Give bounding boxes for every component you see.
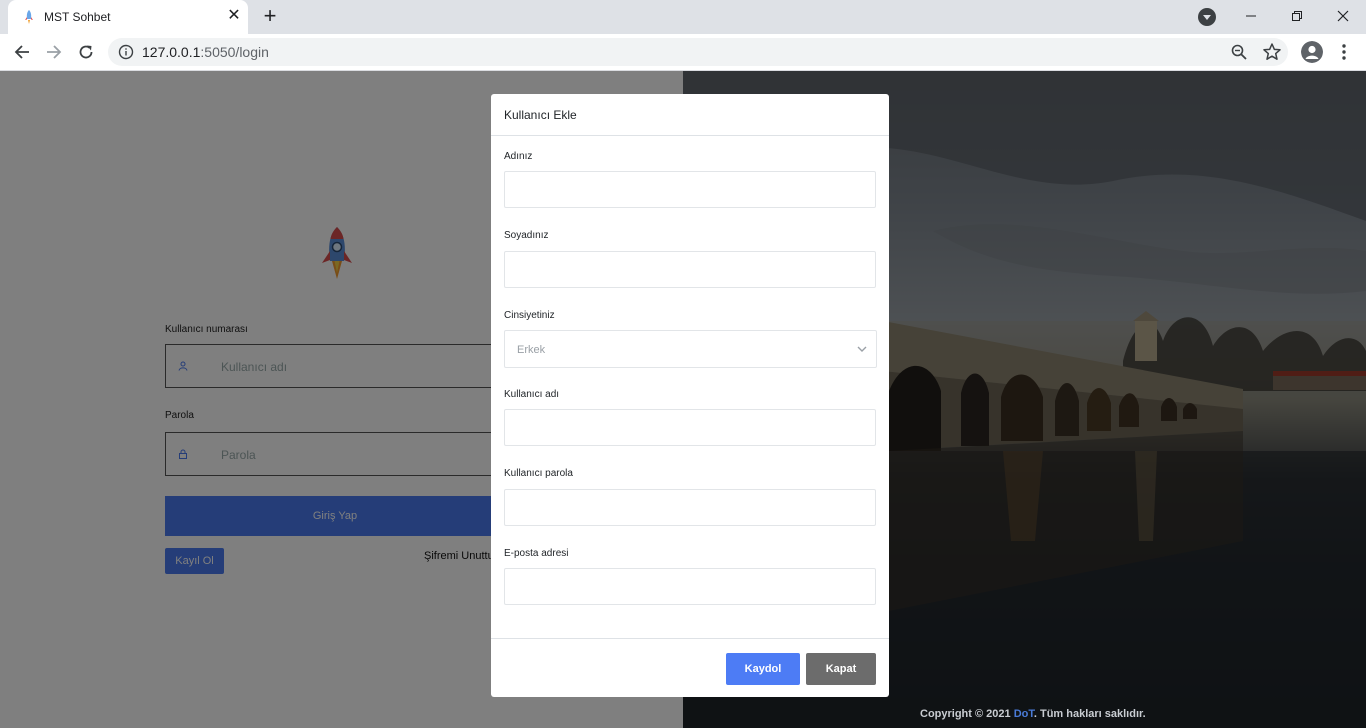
tab-search-icon[interactable] xyxy=(1198,8,1216,26)
window-close-icon[interactable] xyxy=(1320,0,1366,32)
add-user-modal: Kullanıcı Ekle Adınız Soyadınız Cinsiyet… xyxy=(491,94,889,697)
tab-close-icon[interactable]: ✕ xyxy=(224,6,244,26)
page-content: Kullanıcı numarası Kullanıcı adı Parola … xyxy=(0,71,1366,728)
browser-tab[interactable]: MST Sohbet ✕ xyxy=(8,0,248,34)
copyright-footer: Copyright © 2021 DoT. Tüm hakları saklıd… xyxy=(920,708,1146,720)
chevron-down-icon xyxy=(857,346,867,352)
bookmark-star-icon[interactable] xyxy=(1262,42,1282,62)
browser-tab-strip: MST Sohbet ✕ + xyxy=(0,0,1366,34)
close-button[interactable]: Kapat xyxy=(806,653,876,685)
forward-arrow-icon[interactable] xyxy=(42,40,66,64)
last-name-input[interactable] xyxy=(504,251,876,288)
email-input[interactable] xyxy=(504,568,876,605)
user-password-input[interactable] xyxy=(504,489,876,526)
tab-title: MST Sohbet xyxy=(44,10,111,24)
kebab-menu-icon[interactable] xyxy=(1336,42,1352,62)
first-name-label: Adınız xyxy=(504,151,533,162)
username-label: Kullanıcı adı xyxy=(504,389,560,400)
browser-toolbar: 127.0.0.1:5050/login xyxy=(0,34,1366,71)
gender-label: Cinsiyetiniz xyxy=(504,310,555,321)
gender-selected-value: Erkek xyxy=(517,344,546,356)
profile-avatar-icon[interactable] xyxy=(1301,41,1323,63)
back-arrow-icon[interactable] xyxy=(10,40,34,64)
minimize-icon[interactable] xyxy=(1228,0,1274,32)
username-input[interactable] xyxy=(504,409,876,446)
restore-icon[interactable] xyxy=(1274,0,1320,32)
gender-select[interactable]: Erkek xyxy=(504,330,877,368)
register-submit-button[interactable]: Kaydol xyxy=(726,653,800,685)
modal-title: Kullanıcı Ekle xyxy=(504,108,577,122)
email-label: E-posta adresi xyxy=(504,548,569,559)
new-tab-plus-icon[interactable]: + xyxy=(258,5,282,29)
user-password-label: Kullanıcı parola xyxy=(504,468,573,479)
rocket-favicon-icon xyxy=(25,10,33,24)
address-bar[interactable]: 127.0.0.1:5050/login xyxy=(108,38,1288,66)
last-name-label: Soyadınız xyxy=(504,230,549,241)
zoom-out-icon[interactable] xyxy=(1230,43,1248,61)
modal-header: Kullanıcı Ekle xyxy=(491,94,889,136)
reload-icon[interactable] xyxy=(74,40,98,64)
first-name-input[interactable] xyxy=(504,171,876,208)
brand-link[interactable]: DoT xyxy=(1014,708,1034,720)
url-text: 127.0.0.1:5050/login xyxy=(142,44,269,60)
modal-footer: Kaydol Kapat xyxy=(491,638,889,697)
site-info-icon[interactable] xyxy=(118,44,134,60)
